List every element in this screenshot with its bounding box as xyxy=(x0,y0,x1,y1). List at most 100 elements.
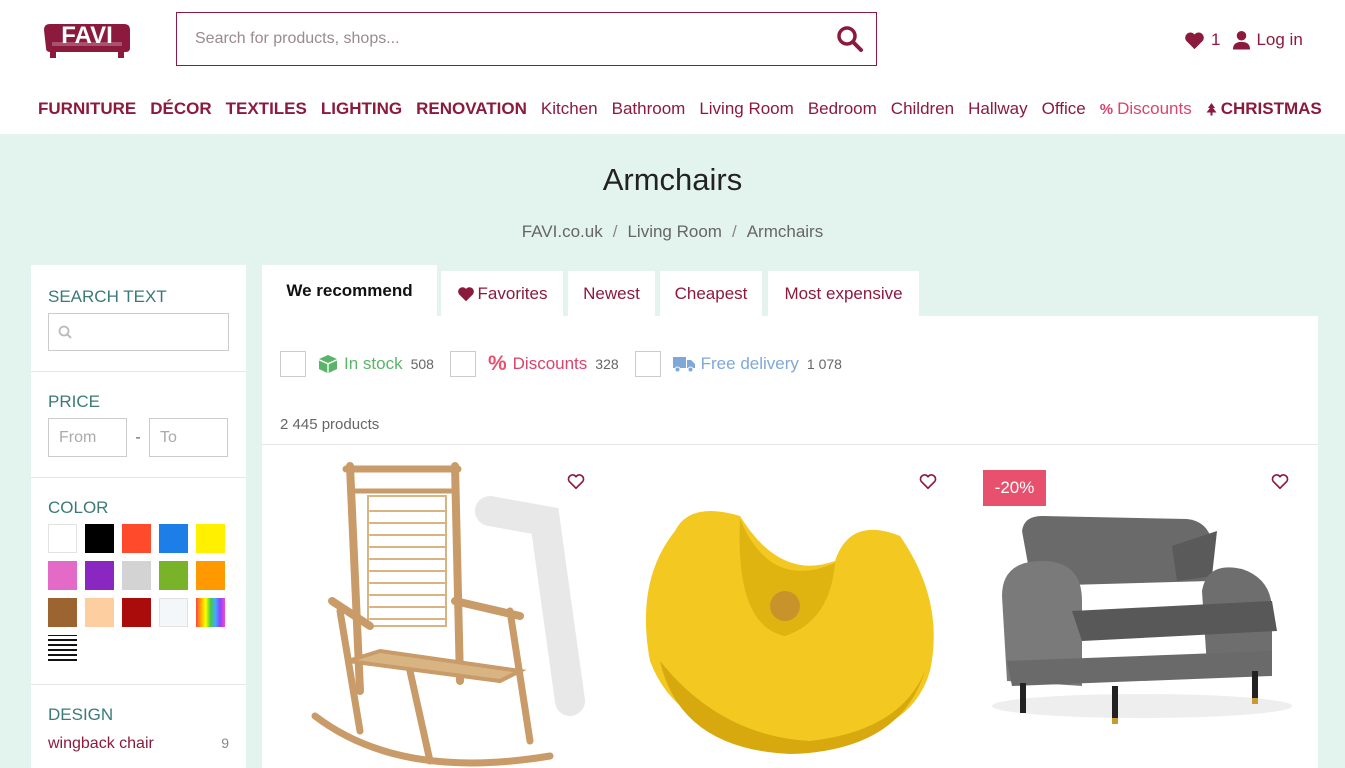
free-delivery-label: Free delivery xyxy=(700,354,799,373)
quick-filters: In stock 508 % Discounts 328 Free delive… xyxy=(280,350,858,378)
breadcrumb-separator: / xyxy=(731,222,737,241)
user-icon xyxy=(1233,30,1251,50)
search-input[interactable] xyxy=(177,13,817,65)
tab-cheapest[interactable]: Cheapest xyxy=(660,271,762,316)
color-swatch[interactable] xyxy=(85,524,114,553)
tab-newest[interactable]: Newest xyxy=(568,271,655,316)
nav-item-furniture[interactable]: FURNITURE xyxy=(38,99,136,119)
color-swatch[interactable] xyxy=(196,598,225,627)
color-swatch[interactable] xyxy=(196,524,225,553)
heart-icon xyxy=(457,286,474,301)
color-section: COLOR xyxy=(31,478,246,685)
nav-item-bedroom[interactable]: Bedroom xyxy=(808,99,877,119)
discounts-count: 328 xyxy=(595,356,619,372)
discount-badge: -20% xyxy=(983,470,1046,506)
divider xyxy=(262,444,1318,445)
percent-icon: % xyxy=(487,352,507,375)
free-delivery-count: 1 078 xyxy=(806,356,842,372)
search-icon xyxy=(58,325,72,339)
filter-sidebar: SEARCH TEXT PRICE - COLOR DESIGN wingbac… xyxy=(31,265,246,768)
color-swatch[interactable] xyxy=(85,561,114,590)
color-title: COLOR xyxy=(48,498,109,517)
price-section: PRICE - xyxy=(31,372,246,478)
free-delivery-checkbox[interactable] xyxy=(634,351,661,377)
color-swatch[interactable] xyxy=(48,524,77,553)
favorite-heart-icon[interactable] xyxy=(1271,473,1289,490)
color-swatch[interactable] xyxy=(48,635,77,664)
truck-icon xyxy=(672,357,695,373)
color-swatch[interactable] xyxy=(48,561,77,590)
tab-most-expensive[interactable]: Most expensive xyxy=(768,271,919,316)
search-bar xyxy=(176,12,877,66)
user-area: 1 Log in xyxy=(1184,28,1303,52)
heart-icon xyxy=(1185,31,1204,49)
price-from-input[interactable] xyxy=(48,418,127,457)
design-item[interactable]: wingback chair 9 xyxy=(48,735,229,753)
color-swatch[interactable] xyxy=(85,598,114,627)
color-swatch[interactable] xyxy=(159,598,188,627)
filter-discounts[interactable]: % Discounts 328 xyxy=(449,351,619,377)
main-nav: FURNITURE DÉCOR TEXTILES LIGHTING RENOVA… xyxy=(38,97,1322,121)
nav-item-textiles[interactable]: TEXTILES xyxy=(226,99,307,119)
nav-item-christmas[interactable]: CHRISTMAS xyxy=(1221,99,1322,119)
color-swatch[interactable] xyxy=(122,598,151,627)
nav-item-renovation[interactable]: RENOVATION xyxy=(416,99,527,119)
box-icon xyxy=(319,355,337,373)
product-card[interactable] xyxy=(972,461,1312,768)
nav-item-kitchen[interactable]: Kitchen xyxy=(541,99,598,119)
price-dash: - xyxy=(135,428,141,446)
nav-item-hallway[interactable]: Hallway xyxy=(968,99,1028,119)
color-swatch[interactable] xyxy=(122,524,151,553)
color-swatch[interactable] xyxy=(159,524,188,553)
nav-item-living-room[interactable]: Living Room xyxy=(699,99,794,119)
product-card[interactable] xyxy=(280,461,620,768)
favorites-count: 1 xyxy=(1211,30,1221,49)
product-image xyxy=(645,511,934,754)
nav-item-bathroom[interactable]: Bathroom xyxy=(612,99,686,119)
color-swatch[interactable] xyxy=(48,598,77,627)
nav-item-discounts[interactable]: Discounts xyxy=(1117,99,1192,119)
favorite-heart-icon[interactable] xyxy=(919,473,937,490)
product-image xyxy=(992,516,1292,724)
discounts-checkbox[interactable] xyxy=(449,351,476,377)
color-swatch[interactable] xyxy=(196,561,225,590)
page-title: Armchairs xyxy=(602,162,743,197)
breadcrumb-item-armchairs[interactable]: Armchairs xyxy=(747,222,824,241)
in-stock-label: In stock xyxy=(344,354,403,373)
design-section: DESIGN wingback chair 9 xyxy=(31,685,246,768)
breadcrumb-separator: / xyxy=(612,222,618,241)
favorites-link[interactable]: 1 xyxy=(1184,30,1220,50)
filter-in-stock[interactable]: In stock 508 xyxy=(280,351,434,377)
breadcrumb-item-living-room[interactable]: Living Room xyxy=(627,222,722,241)
design-item-count: 9 xyxy=(221,735,229,751)
favi-logo[interactable]: FAVI xyxy=(40,14,134,60)
price-to-input[interactable] xyxy=(149,418,228,457)
price-title: PRICE xyxy=(48,392,100,411)
site-header: FAVI 1 Log in FURNITURE DÉCOR TEXTILES L… xyxy=(0,0,1345,134)
in-stock-checkbox[interactable] xyxy=(280,351,306,377)
product-image xyxy=(311,462,585,767)
search-text-section: SEARCH TEXT xyxy=(31,265,246,372)
product-card[interactable] xyxy=(620,461,960,768)
nav-item-office[interactable]: Office xyxy=(1042,99,1086,119)
breadcrumb: FAVI.co.uk / Living Room / Armchairs xyxy=(0,222,1345,242)
sidebar-search-input[interactable] xyxy=(48,313,229,351)
filter-free-delivery[interactable]: Free delivery 1 078 xyxy=(634,351,842,377)
favorite-heart-icon[interactable] xyxy=(567,473,585,490)
color-swatches xyxy=(48,524,229,664)
nav-item-lighting[interactable]: LIGHTING xyxy=(321,99,402,119)
login-link[interactable]: Log in xyxy=(1232,30,1303,50)
christmas-tree-icon xyxy=(1206,102,1217,115)
tab-favorites[interactable]: Favorites xyxy=(441,271,563,316)
breadcrumb-item-home[interactable]: FAVI.co.uk xyxy=(522,222,603,241)
search-icon[interactable] xyxy=(836,25,864,53)
tab-we-recommend[interactable]: We recommend xyxy=(262,265,437,316)
color-swatch[interactable] xyxy=(159,561,188,590)
in-stock-count: 508 xyxy=(410,356,434,372)
search-text-title: SEARCH TEXT xyxy=(48,287,167,306)
color-swatch[interactable] xyxy=(122,561,151,590)
logo-text: FAVI xyxy=(61,22,113,49)
nav-item-children[interactable]: Children xyxy=(891,99,954,119)
nav-item-decor[interactable]: DÉCOR xyxy=(150,99,211,119)
design-item-label: wingback chair xyxy=(48,735,154,752)
